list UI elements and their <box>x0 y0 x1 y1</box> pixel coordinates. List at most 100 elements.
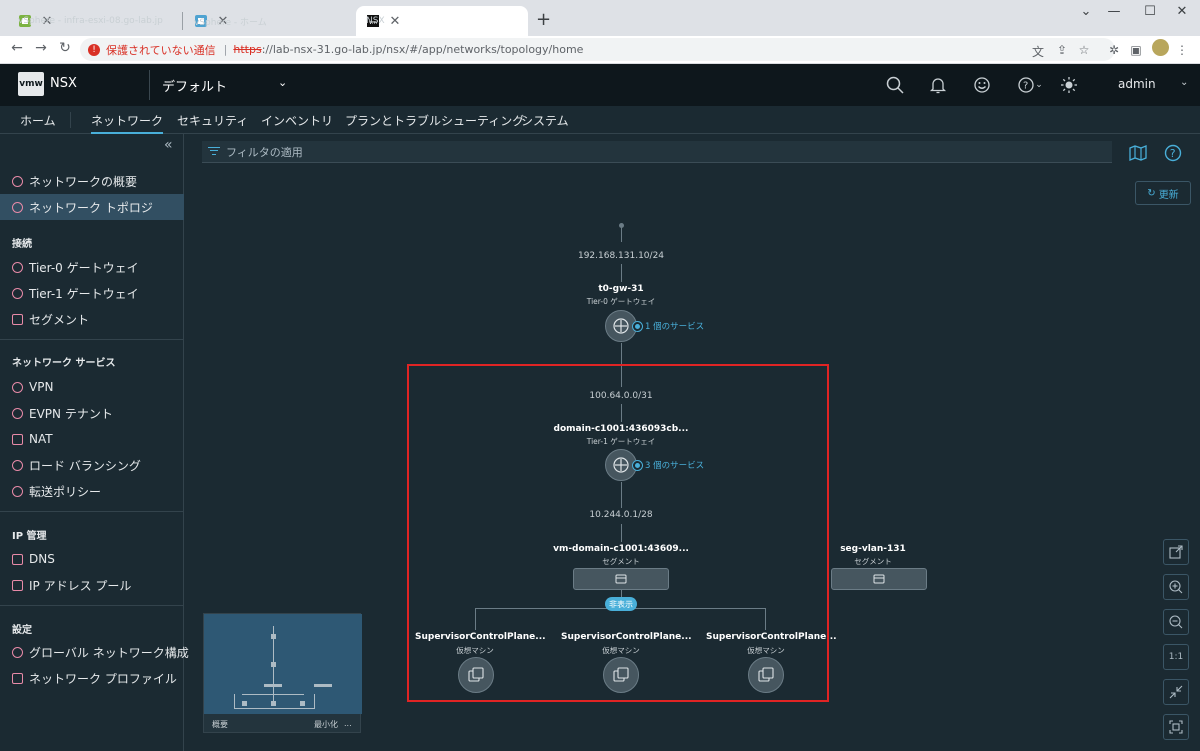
segment2-type: セグメント <box>854 557 892 566</box>
map-legend-icon[interactable] <box>1128 143 1148 163</box>
chevron-down-icon[interactable]: ⌄ <box>1180 77 1188 88</box>
translate-icon[interactable]: 文 <box>1030 43 1046 60</box>
sidebar-item-label: IP アドレス プール <box>29 578 132 593</box>
minimap-viewport[interactable] <box>204 614 362 714</box>
close-window-icon[interactable]: ✕ <box>1172 4 1192 19</box>
close-tab-icon[interactable]: ✕ <box>388 14 402 29</box>
browser-menu-icon[interactable]: ⋮ <box>1174 43 1190 57</box>
zoom-in-icon[interactable] <box>1163 574 1189 600</box>
browser-tab-nsx[interactable]: vm NSX ✕ <box>356 6 528 36</box>
sidebar-item-forwarding-policy[interactable]: 転送ポリシー <box>0 478 184 504</box>
header-divider <box>149 70 150 100</box>
t0-gateway-name[interactable]: t0-gw-31 <box>561 284 681 294</box>
minimap-node <box>271 701 276 706</box>
chevron-down-icon[interactable]: ⌄ <box>278 76 287 89</box>
sidebar-item-dns[interactable]: DNS <box>0 546 184 572</box>
refresh-label: 更新 <box>1158 189 1179 201</box>
address-bar-row: ← → ↻ ! 保護されていない通信 | https ://lab-nsx-31… <box>0 36 1200 64</box>
minimap-label: 概要 <box>212 720 228 729</box>
minimap[interactable]: 概要 最小化 ... <box>203 613 362 733</box>
security-label[interactable]: 保護されていない通信 <box>106 42 216 58</box>
t0-services-label: 1 個のサービス <box>645 322 705 332</box>
router-icon <box>613 318 629 334</box>
minimap-box-bottom <box>234 708 315 709</box>
sidebar-item-tier1[interactable]: Tier-1 ゲートウェイ <box>0 280 184 306</box>
sidebar-item-network-topology[interactable]: ネットワーク トポロジ <box>0 194 184 220</box>
uplink-endpoint <box>619 223 624 228</box>
minimap-box-side <box>314 694 315 708</box>
tab-inventory[interactable]: インベントリ <box>261 112 333 129</box>
tab-networking[interactable]: ネットワーク <box>91 112 164 135</box>
zoom-out-icon[interactable] <box>1163 609 1189 635</box>
refresh-button[interactable]: ↻ 更新 <box>1135 181 1191 205</box>
tier1-gateway-icon <box>12 287 23 299</box>
search-icon[interactable] <box>884 74 906 96</box>
sidebar-item-segments[interactable]: セグメント <box>0 306 184 332</box>
url-field[interactable]: ! 保護されていない通信 | https ://lab-nsx-31.go-la… <box>80 38 1115 61</box>
sidebar-item-network-profiles[interactable]: ネットワーク プロファイル <box>0 665 184 691</box>
sidebar-item-load-balancing[interactable]: ロード バランシング <box>0 452 184 478</box>
feedback-smiley-icon[interactable] <box>971 74 993 96</box>
minimap-node <box>271 662 276 667</box>
sidebar-item-tier0[interactable]: Tier-0 ゲートウェイ <box>0 254 184 280</box>
sidebar-item-vpn[interactable]: VPN <box>0 374 184 400</box>
sidebar-item-global-networking-config[interactable]: グローバル ネットワーク構成 <box>0 639 189 665</box>
vmware-logo: vmw <box>18 72 44 96</box>
help-circle-icon[interactable]: ? <box>1163 143 1183 163</box>
new-tab-icon[interactable]: + <box>536 9 551 30</box>
tab-plan-troubleshoot[interactable]: プランとトラブルシューティング <box>345 112 524 129</box>
sidebar-item-evpn[interactable]: EVPN テナント <box>0 400 184 426</box>
url-path: ://lab-nsx-31.go-lab.jp/nsx/#/app/networ… <box>261 43 584 56</box>
services-dot-icon <box>633 321 642 331</box>
sidebar-item-nat[interactable]: NAT <box>0 426 184 452</box>
fit-to-screen-icon[interactable] <box>1163 714 1189 740</box>
tab-home[interactable]: ホーム <box>20 112 56 129</box>
sidebar-item-ip-pools[interactable]: IP アドレス プール <box>0 572 184 598</box>
browser-tab-vsphere-home[interactable]: vSphere - ホーム ✕ <box>184 6 356 36</box>
collapse-sidebar-icon[interactable]: « <box>164 137 173 153</box>
minimap-more-button[interactable]: ... <box>344 719 352 728</box>
product-name: NSX <box>50 76 77 91</box>
tab-search-icon[interactable]: ⌄ <box>1076 4 1096 19</box>
browser-tab-bar: vSphere - infra-esxi-08.go-lab.jp ✕ vSph… <box>0 0 1200 36</box>
profile-avatar[interactable] <box>1152 39 1169 56</box>
minimap-box-side <box>234 694 235 708</box>
user-menu[interactable]: admin <box>1118 77 1156 91</box>
bookmark-star-icon[interactable]: ☆ <box>1076 43 1092 57</box>
tab-system[interactable]: システム <box>521 112 569 129</box>
dns-icon <box>12 553 23 565</box>
minimap-segment <box>314 684 332 687</box>
maximize-window-icon[interactable]: ☐ <box>1140 4 1160 19</box>
tab-security[interactable]: セキュリティ <box>177 112 248 129</box>
actual-size-button[interactable]: 1:1 <box>1163 644 1189 670</box>
share-icon[interactable]: ⇪ <box>1054 43 1070 57</box>
bell-icon[interactable] <box>927 74 949 96</box>
help-chevron-icon[interactable]: ⌄ <box>1034 74 1044 96</box>
t0-gateway-type: Tier-0 ゲートウェイ <box>586 297 656 306</box>
highlight-annotation-box <box>407 364 829 702</box>
minimize-window-icon[interactable]: — <box>1104 4 1124 19</box>
minimap-node <box>271 634 276 639</box>
theme-sun-icon[interactable] <box>1058 74 1080 96</box>
load-balancer-icon <box>12 459 23 471</box>
browser-tab-vsphere-esxi[interactable]: vSphere - infra-esxi-08.go-lab.jp ✕ <box>8 6 180 36</box>
tab-title: vSphere - ホーム <box>194 17 267 28</box>
export-icon[interactable] <box>1163 539 1189 565</box>
segment2-node[interactable] <box>831 568 927 590</box>
reload-icon[interactable]: ↻ <box>56 40 74 56</box>
sidebar-item-label: セグメント <box>29 312 90 327</box>
section-heading-connectivity: 接続 <box>12 239 32 250</box>
segment2-name[interactable]: seg-vlan-131 <box>813 544 933 554</box>
collapse-arrows-icon[interactable] <box>1163 679 1189 705</box>
sidebar-item-network-overview[interactable]: ネットワークの概要 <box>0 168 184 194</box>
sidebar-item-label: Tier-0 ゲートウェイ <box>29 260 139 275</box>
sidepanel-icon[interactable]: ▣ <box>1128 43 1144 57</box>
filter-input[interactable]: フィルタの適用 <box>202 141 1112 163</box>
back-icon[interactable]: ← <box>8 40 26 56</box>
t0-services-link[interactable]: 1 個のサービス <box>633 320 704 332</box>
forward-icon[interactable]: → <box>32 40 50 56</box>
context-selector[interactable]: デフォルト <box>162 76 227 95</box>
sidebar: « ネットワークの概要 ネットワーク トポロジ 接続 Tier-0 ゲートウェイ… <box>0 134 189 751</box>
minimap-minimize-button[interactable]: 最小化 <box>314 719 338 730</box>
extensions-icon[interactable]: ✲ <box>1106 43 1122 57</box>
